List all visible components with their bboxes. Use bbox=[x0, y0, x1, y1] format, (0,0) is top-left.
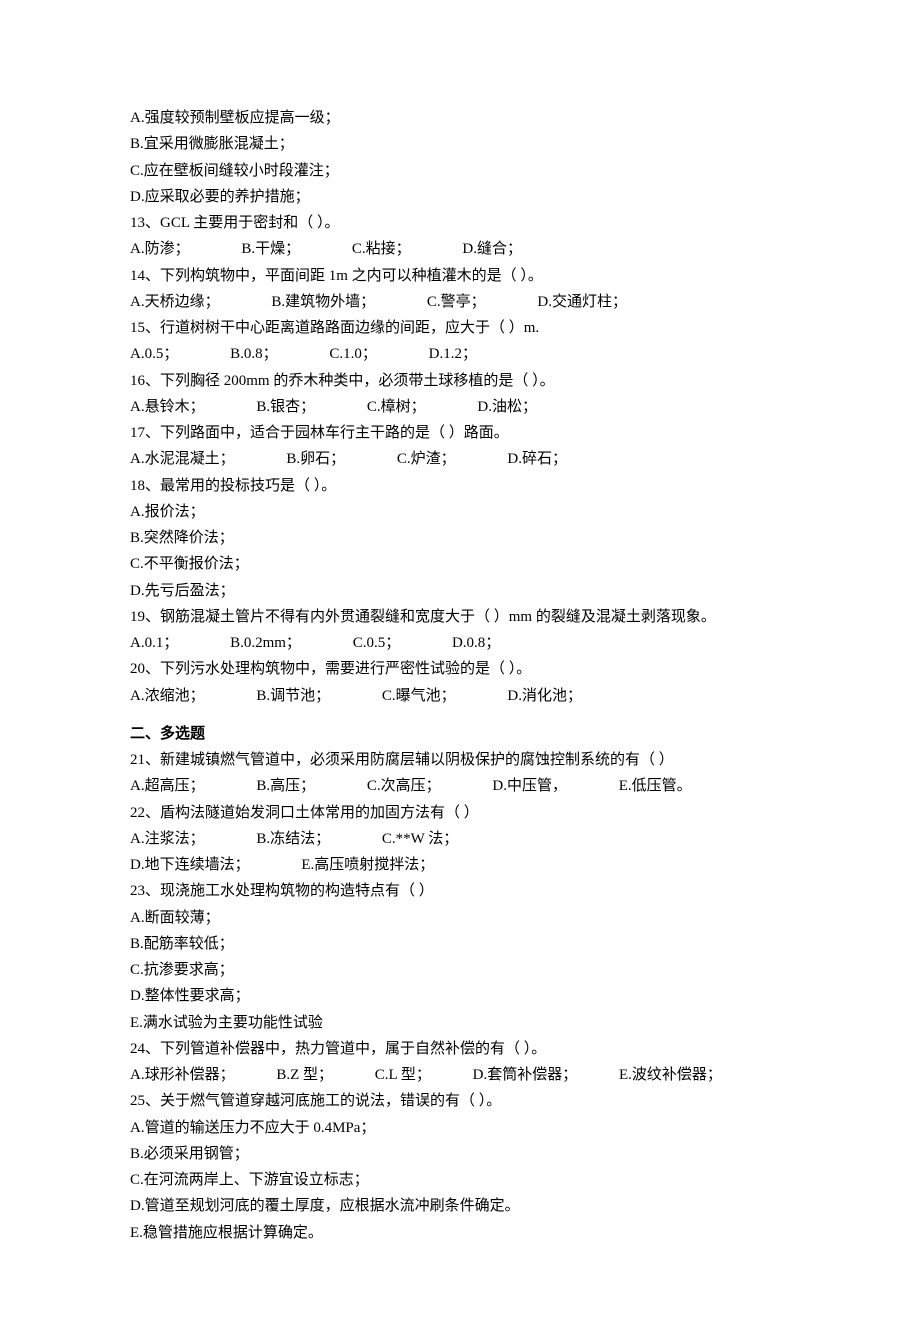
option: C.樟树； bbox=[367, 399, 426, 415]
option: B.冻结法； bbox=[256, 831, 330, 847]
question-options-13: A.防渗； B.干燥； C.粘接； D.缝合； bbox=[130, 236, 805, 262]
option: B.干燥； bbox=[241, 241, 300, 257]
option: D.缝合； bbox=[462, 241, 522, 257]
option: D.先亏后盈法； bbox=[130, 578, 805, 604]
option: A.注浆法； bbox=[130, 831, 205, 847]
option: C.在河流两岸上、下游宜设立标志； bbox=[130, 1167, 805, 1193]
question-options-22a: A.注浆法； B.冻结法； C.**W 法； bbox=[130, 826, 805, 852]
option: B.0.8； bbox=[230, 346, 278, 362]
option: B.必须采用钢管； bbox=[130, 1141, 805, 1167]
question-stem-14: 14、下列构筑物中，平面间距 1m 之内可以种植灌木的是（ ）。 bbox=[130, 263, 805, 289]
question-stem-13: 13、GCL 主要用于密封和（ ）。 bbox=[130, 210, 805, 236]
option: E.波纹补偿器； bbox=[619, 1067, 722, 1083]
option: C.L 型； bbox=[375, 1067, 431, 1083]
option-b: B.宜采用微膨胀混凝土； bbox=[130, 131, 805, 157]
question-stem-18: 18、最常用的投标技巧是（ ）。 bbox=[130, 473, 805, 499]
document-page: A.强度较预制壁板应提高一级； B.宜采用微膨胀混凝土； C.应在壁板间缝较小时… bbox=[0, 0, 920, 1326]
option: C.次高压； bbox=[367, 778, 441, 794]
option: B.卵石； bbox=[286, 451, 345, 467]
option: E.低压管。 bbox=[619, 778, 692, 794]
option: B.Z 型； bbox=[276, 1067, 333, 1083]
option: A.水泥混凝土； bbox=[130, 451, 235, 467]
option: D.消化池； bbox=[507, 688, 582, 704]
section-heading-multi: 二、多选题 bbox=[130, 721, 805, 747]
option: D.地下连续墙法； bbox=[130, 857, 250, 873]
option-d: D.应采取必要的养护措施； bbox=[130, 184, 805, 210]
option: D.套筒补偿器； bbox=[473, 1067, 578, 1083]
option: A.断面较薄； bbox=[130, 905, 805, 931]
option: A.浓缩池； bbox=[130, 688, 205, 704]
option: C.0.5； bbox=[353, 635, 401, 651]
option: D.管道至规划河底的覆土厚度，应根据水流冲刷条件确定。 bbox=[130, 1193, 805, 1219]
option: C.粘接； bbox=[352, 241, 411, 257]
option: D.中压管， bbox=[492, 778, 567, 794]
option: B.建筑物外墙； bbox=[271, 294, 375, 310]
option-c: C.应在壁板间缝较小时段灌注； bbox=[130, 158, 805, 184]
option: D.油松； bbox=[477, 399, 537, 415]
question-options-21: A.超高压； B.高压； C.次高压； D.中压管， E.低压管。 bbox=[130, 773, 805, 799]
option: D.碎石； bbox=[507, 451, 567, 467]
option: E.稳管措施应根据计算确定。 bbox=[130, 1220, 805, 1246]
option: D.0.8； bbox=[452, 635, 500, 651]
option: C.抗渗要求高； bbox=[130, 957, 805, 983]
option: A.防渗； bbox=[130, 241, 190, 257]
option: D.交通灯柱； bbox=[537, 294, 627, 310]
question-stem-24: 24、下列管道补偿器中，热力管道中，属于自然补偿的有（ ）。 bbox=[130, 1036, 805, 1062]
question-options-20: A.浓缩池； B.调节池； C.曝气池； D.消化池； bbox=[130, 683, 805, 709]
option: B.0.2mm； bbox=[230, 635, 301, 651]
question-stem-17: 17、下列路面中，适合于园林车行主干路的是（ ）路面。 bbox=[130, 420, 805, 446]
option: A.0.1； bbox=[130, 635, 178, 651]
option: A.管道的输送压力不应大于 0.4MPa； bbox=[130, 1115, 805, 1141]
question-stem-23: 23、现浇施工水处理构筑物的构造特点有（ ） bbox=[130, 878, 805, 904]
option: A.超高压； bbox=[130, 778, 205, 794]
option-a: A.强度较预制壁板应提高一级； bbox=[130, 105, 805, 131]
option: E.满水试验为主要功能性试验 bbox=[130, 1010, 805, 1036]
question-options-24: A.球形补偿器； B.Z 型； C.L 型； D.套筒补偿器； E.波纹补偿器； bbox=[130, 1062, 805, 1088]
option: B.银杏； bbox=[256, 399, 315, 415]
question-stem-19: 19、钢筋混凝土管片不得有内外贯通裂缝和宽度大于（ ）mm 的裂缝及混凝土剥落现… bbox=[130, 604, 805, 630]
option: D.整体性要求高； bbox=[130, 983, 805, 1009]
option: A.0.5； bbox=[130, 346, 178, 362]
option: C.不平衡报价法； bbox=[130, 551, 805, 577]
option: C.炉渣； bbox=[397, 451, 456, 467]
option: B.配筋率较低； bbox=[130, 931, 805, 957]
question-options-14: A.天桥边缘； B.建筑物外墙； C.警亭； D.交通灯柱； bbox=[130, 289, 805, 315]
question-stem-15: 15、行道树树干中心距离道路路面边缘的间距，应大于（ ）m. bbox=[130, 315, 805, 341]
question-stem-25: 25、关于燃气管道穿越河底施工的说法，错误的有（ ）。 bbox=[130, 1088, 805, 1114]
question-options-19: A.0.1； B.0.2mm； C.0.5； D.0.8； bbox=[130, 630, 805, 656]
option: B.调节池； bbox=[256, 688, 330, 704]
question-stem-22: 22、盾构法隧道始发洞口土体常用的加固方法有（ ） bbox=[130, 800, 805, 826]
option: D.1.2； bbox=[429, 346, 477, 362]
option: C.曝气池； bbox=[382, 688, 456, 704]
question-stem-20: 20、下列污水处理构筑物中，需要进行严密性试验的是（ ）。 bbox=[130, 656, 805, 682]
question-stem-16: 16、下列胸径 200mm 的乔木种类中，必须带土球移植的是（ ）。 bbox=[130, 368, 805, 394]
option: C.1.0； bbox=[329, 346, 377, 362]
question-stem-21: 21、新建城镇燃气管道中，必须采用防腐层辅以阴极保护的腐蚀控制系统的有（ ） bbox=[130, 747, 805, 773]
option: E.高压喷射搅拌法； bbox=[301, 857, 434, 873]
option: A.报价法； bbox=[130, 499, 805, 525]
option: C.警亭； bbox=[427, 294, 486, 310]
question-options-17: A.水泥混凝土； B.卵石； C.炉渣； D.碎石； bbox=[130, 446, 805, 472]
question-options-15: A.0.5； B.0.8； C.1.0； D.1.2； bbox=[130, 341, 805, 367]
option: B.突然降价法； bbox=[130, 525, 805, 551]
question-options-16: A.悬铃木； B.银杏； C.樟树； D.油松； bbox=[130, 394, 805, 420]
question-options-22b: D.地下连续墙法； E.高压喷射搅拌法； bbox=[130, 852, 805, 878]
option: A.球形补偿器； bbox=[130, 1067, 235, 1083]
option: A.悬铃木； bbox=[130, 399, 205, 415]
option: A.天桥边缘； bbox=[130, 294, 220, 310]
option: C.**W 法； bbox=[382, 831, 458, 847]
option: B.高压； bbox=[256, 778, 315, 794]
